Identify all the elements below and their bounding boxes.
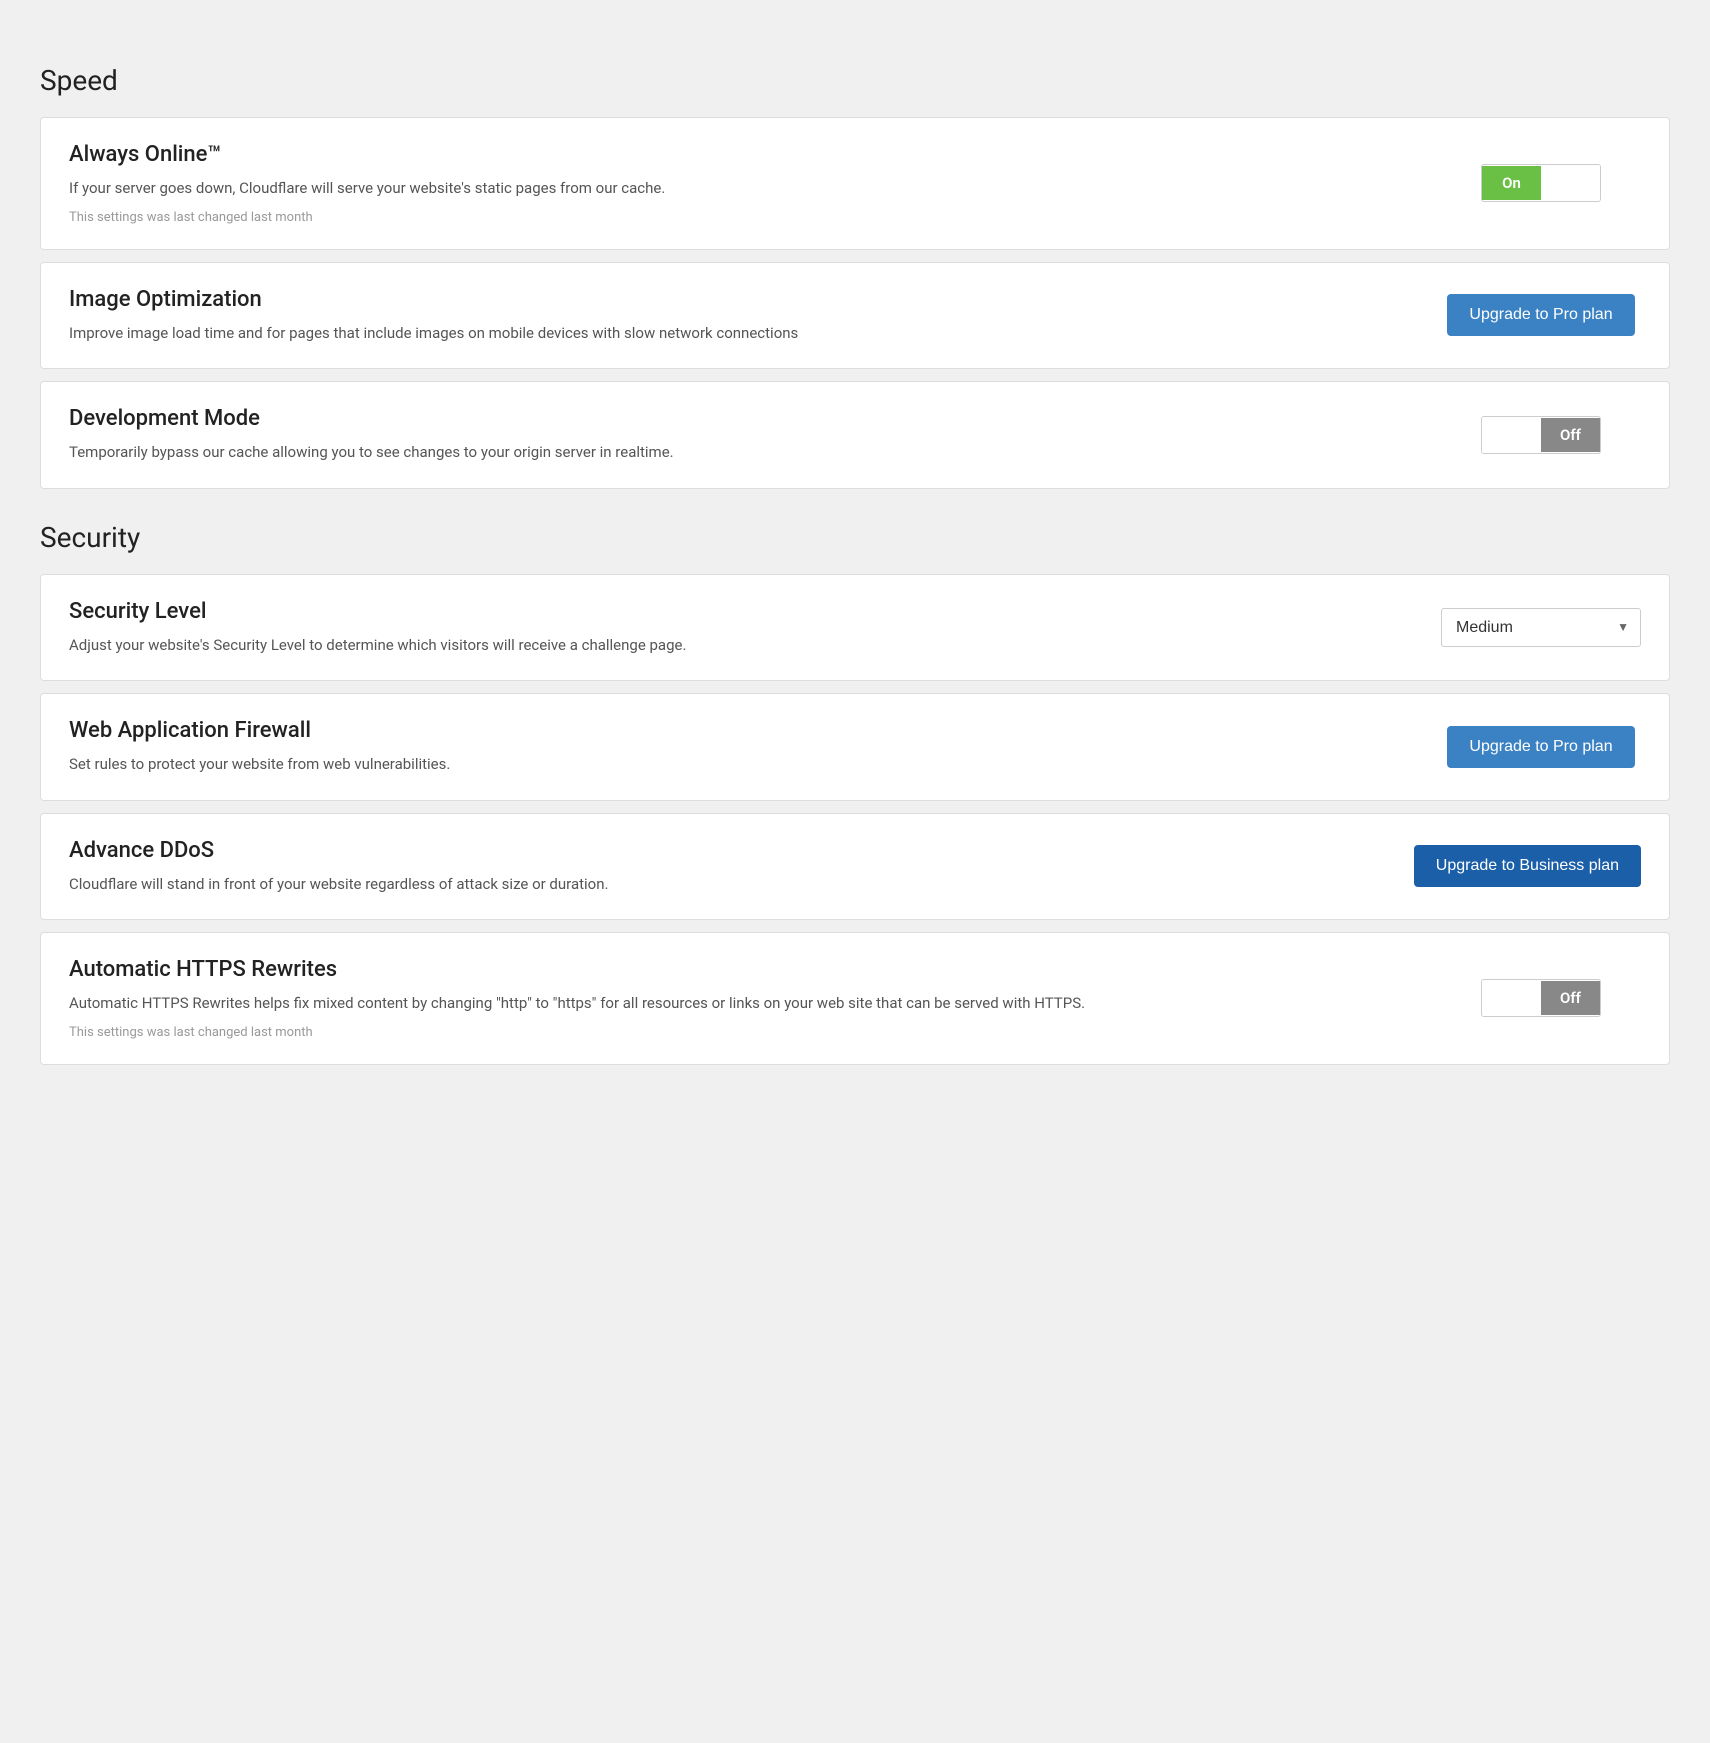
always-online-card: Always Online™ If your server goes down,…: [40, 117, 1670, 250]
toggle-off-btn[interactable]: Off: [1541, 418, 1600, 452]
always-online-content: Always Online™ If your server goes down,…: [69, 142, 1441, 225]
https-rewrites-desc: Automatic HTTPS Rewrites helps fix mixed…: [69, 992, 1401, 1015]
toggle-on-off-side[interactable]: [1541, 165, 1600, 201]
image-optimization-title: Image Optimization: [69, 287, 1401, 312]
waf-card: Web Application Firewall Set rules to pr…: [40, 693, 1670, 801]
https-rewrites-card: Automatic HTTPS Rewrites Automatic HTTPS…: [40, 932, 1670, 1065]
waf-content: Web Application Firewall Set rules to pr…: [69, 718, 1441, 776]
https-rewrites-action: Off: [1441, 979, 1641, 1017]
security-level-card: Security Level Adjust your website's Sec…: [40, 574, 1670, 682]
advance-ddos-title: Advance DDoS: [69, 838, 1374, 863]
always-online-title: Always Online™: [69, 142, 1401, 167]
always-online-action: On: [1441, 164, 1641, 202]
always-online-toggle[interactable]: On: [1481, 164, 1601, 202]
https-rewrites-title: Automatic HTTPS Rewrites: [69, 957, 1401, 982]
image-optimization-card: Image Optimization Improve image load ti…: [40, 262, 1670, 370]
advance-ddos-desc: Cloudflare will stand in front of your w…: [69, 873, 1374, 896]
advance-ddos-content: Advance DDoS Cloudflare will stand in fr…: [69, 838, 1414, 896]
security-level-select[interactable]: Essentially Off Low Medium High I'm Unde…: [1441, 608, 1641, 647]
development-mode-content: Development Mode Temporarily bypass our …: [69, 406, 1441, 464]
advance-ddos-card: Advance DDoS Cloudflare will stand in fr…: [40, 813, 1670, 921]
development-mode-title: Development Mode: [69, 406, 1401, 431]
development-mode-action: Off: [1441, 416, 1641, 454]
waf-action: Upgrade to Pro plan: [1441, 726, 1641, 768]
https-rewrites-toggle[interactable]: Off: [1481, 979, 1601, 1017]
development-mode-toggle[interactable]: Off: [1481, 416, 1601, 454]
toggle-on-btn[interactable]: On: [1482, 166, 1541, 200]
speed-section-title: Speed: [40, 64, 1670, 97]
advance-ddos-action: Upgrade to Business plan: [1414, 845, 1641, 887]
image-optimization-action: Upgrade to Pro plan: [1441, 294, 1641, 336]
https-rewrites-meta: This settings was last changed last mont…: [69, 1025, 1401, 1040]
development-mode-card: Development Mode Temporarily bypass our …: [40, 381, 1670, 489]
security-level-title: Security Level: [69, 599, 1401, 624]
advance-ddos-upgrade-business-button[interactable]: Upgrade to Business plan: [1414, 845, 1641, 887]
toggle-off-on-side[interactable]: [1482, 417, 1541, 453]
security-section-title: Security: [40, 521, 1670, 554]
waf-desc: Set rules to protect your website from w…: [69, 753, 1401, 776]
https-rewrites-content: Automatic HTTPS Rewrites Automatic HTTPS…: [69, 957, 1441, 1040]
development-mode-desc: Temporarily bypass our cache allowing yo…: [69, 441, 1401, 464]
always-online-desc: If your server goes down, Cloudflare wil…: [69, 177, 1401, 200]
security-level-desc: Adjust your website's Security Level to …: [69, 634, 1401, 657]
security-level-select-wrap: Essentially Off Low Medium High I'm Unde…: [1441, 608, 1641, 647]
image-optimization-desc: Improve image load time and for pages th…: [69, 322, 1401, 345]
always-online-meta: This settings was last changed last mont…: [69, 210, 1401, 225]
security-level-action: Essentially Off Low Medium High I'm Unde…: [1441, 608, 1641, 647]
waf-title: Web Application Firewall: [69, 718, 1401, 743]
security-level-content: Security Level Adjust your website's Sec…: [69, 599, 1441, 657]
image-optimization-upgrade-pro-button[interactable]: Upgrade to Pro plan: [1447, 294, 1634, 336]
toggle-off-btn-2[interactable]: Off: [1541, 981, 1600, 1015]
toggle-off-on-side-2[interactable]: [1482, 980, 1541, 1016]
image-optimization-content: Image Optimization Improve image load ti…: [69, 287, 1441, 345]
waf-upgrade-pro-button[interactable]: Upgrade to Pro plan: [1447, 726, 1634, 768]
